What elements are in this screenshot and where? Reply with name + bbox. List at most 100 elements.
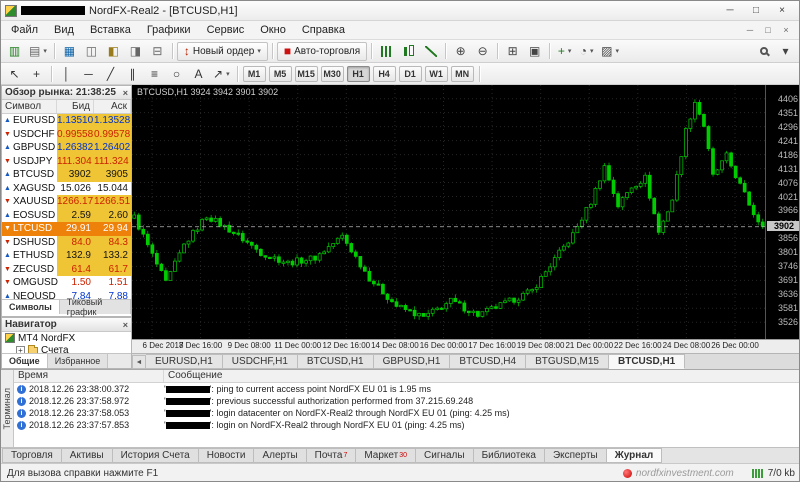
new-order-button[interactable]: ↕ Новый ордер ▾ bbox=[176, 41, 268, 61]
profiles-icon[interactable]: ▤ ▾ bbox=[26, 42, 50, 61]
terminal-tab[interactable]: История Счета bbox=[112, 448, 199, 463]
minimize-button[interactable]: ─ bbox=[717, 3, 743, 19]
crosshair-icon[interactable]: + bbox=[26, 64, 47, 83]
market-watch-row[interactable]: ▼ DSHUSD 84.0 84.3 bbox=[2, 235, 131, 249]
market-watch-row[interactable]: ▼ USDJPY 111.304 111.324 bbox=[2, 154, 131, 168]
menu-item[interactable]: Файл bbox=[3, 22, 46, 38]
menu-item[interactable]: Справка bbox=[294, 22, 353, 38]
price-scale[interactable]: 4406435142964241418641314076402139663911… bbox=[765, 85, 799, 339]
menu-item[interactable]: Сервис bbox=[199, 22, 253, 38]
market-watch-row[interactable]: ▲ EURUSD 1.13510 1.13528 bbox=[2, 114, 131, 128]
child-minimize-button[interactable]: ─ bbox=[741, 24, 759, 37]
timeframe-button-m5[interactable]: M5 bbox=[268, 65, 292, 82]
strategy-tester-icon[interactable]: ⊟ bbox=[147, 42, 168, 61]
column-time[interactable]: Время bbox=[14, 370, 164, 382]
trendline-icon[interactable]: ╱ bbox=[100, 64, 121, 83]
market-watch-row[interactable]: ▼ USDCHF 0.99558 0.99578 bbox=[2, 127, 131, 141]
market-watch-row[interactable]: ▲ EOSUSD 2.59 2.60 bbox=[2, 208, 131, 222]
maximize-button[interactable]: □ bbox=[743, 3, 769, 19]
timeframe-button-d1[interactable]: D1 bbox=[398, 65, 422, 82]
channel-icon[interactable]: ∥ bbox=[122, 64, 143, 83]
timeframe-button-w1[interactable]: W1 bbox=[424, 65, 448, 82]
toolbar-overflow-icon[interactable]: ▾ bbox=[775, 42, 796, 61]
terminal-tab[interactable]: Маркет 30 bbox=[356, 448, 417, 463]
tab-favorites[interactable]: Избранное bbox=[47, 354, 109, 368]
close-button[interactable]: × bbox=[769, 3, 795, 19]
market-watch-row[interactable]: ▼ XAUUSD 1266.17 1266.51 bbox=[2, 195, 131, 209]
terminal-tab[interactable]: Торговля bbox=[2, 448, 62, 463]
line-chart-icon[interactable] bbox=[420, 42, 441, 61]
terminal-tab[interactable]: Активы bbox=[61, 448, 113, 463]
timeframe-button-h4[interactable]: H4 bbox=[372, 65, 396, 82]
cursor-icon[interactable]: ↖ bbox=[4, 64, 25, 83]
data-window-icon[interactable]: ◫ bbox=[81, 42, 102, 61]
market-watch-row[interactable]: ▲ ETHUSD 132.9 133.2 bbox=[2, 249, 131, 263]
terminal-tab[interactable]: Эксперты bbox=[544, 448, 607, 463]
market-watch-row[interactable]: ▼ OMGUSD 1.50 1.51 bbox=[2, 276, 131, 290]
chart-tab[interactable]: BTCUSD,H1 bbox=[297, 354, 374, 369]
fibonacci-icon[interactable]: ≡ bbox=[144, 64, 165, 83]
market-watch-row[interactable]: ▲ BTCUSD 3902 3905 bbox=[2, 168, 131, 182]
terminal-tab[interactable]: Алерты bbox=[254, 448, 307, 463]
terminal-icon[interactable]: ◨ bbox=[125, 42, 146, 61]
chart-tab[interactable]: BTCUSD,H1 bbox=[609, 354, 686, 369]
tab-tick-chart[interactable]: Тиковый график bbox=[59, 297, 131, 317]
tab-scroll-left-icon[interactable]: ◄ bbox=[132, 355, 146, 369]
templates-icon[interactable]: ▨ ▾ bbox=[598, 42, 622, 61]
navigator-icon[interactable]: ◧ bbox=[103, 42, 124, 61]
bar-chart-icon[interactable] bbox=[376, 42, 397, 61]
close-icon[interactable]: × bbox=[123, 88, 128, 98]
terminal-tab[interactable]: Журнал bbox=[606, 448, 663, 463]
menu-item[interactable]: Вставка bbox=[82, 22, 139, 38]
text-label-icon[interactable]: A bbox=[188, 64, 209, 83]
tab-symbols[interactable]: Символы bbox=[2, 300, 60, 314]
market-watch-row[interactable]: ▲ GBPUSD 1.26382 1.26402 bbox=[2, 141, 131, 155]
menu-item[interactable]: Вид bbox=[46, 22, 82, 38]
market-watch-row[interactable]: ▼ ZECUSD 61.4 61.7 bbox=[2, 262, 131, 276]
market-watch-icon[interactable]: ▦ bbox=[59, 42, 80, 61]
indicators-icon[interactable]: + ▾ bbox=[554, 42, 575, 61]
vertical-line-icon[interactable]: │ bbox=[56, 64, 77, 83]
zoom-in-icon[interactable]: ⊕ bbox=[450, 42, 471, 61]
candlestick-chart[interactable] bbox=[132, 85, 765, 339]
column-bid[interactable]: Бид bbox=[57, 100, 94, 113]
terminal-tab[interactable]: Почта 7 bbox=[306, 448, 357, 463]
menu-item[interactable]: Окно bbox=[252, 22, 294, 38]
chart-tab[interactable]: GBPUSD,H1 bbox=[373, 354, 451, 369]
time-axis[interactable]: 6 Dec 2018 7 Dec 16:00 9 Dec 08:00 11 Dec 0… bbox=[132, 339, 765, 353]
timeframe-button-m30[interactable]: M30 bbox=[320, 65, 344, 82]
search-icon[interactable] bbox=[753, 42, 774, 61]
column-symbol[interactable]: Символ bbox=[2, 100, 57, 113]
auto-trading-button[interactable]: ■ Авто-торговля bbox=[276, 41, 368, 61]
market-watch-row[interactable]: ▲ XAGUSD 15.026 15.044 bbox=[2, 182, 131, 196]
periods-icon[interactable]: ◔ ▾ bbox=[576, 42, 597, 61]
chart-tab[interactable]: BTCUSD,H4 bbox=[450, 354, 527, 369]
chart-tab[interactable]: BTGUSD,M15 bbox=[526, 354, 609, 369]
horizontal-line-icon[interactable]: ─ bbox=[78, 64, 99, 83]
candlestick-chart-icon[interactable] bbox=[398, 42, 419, 61]
timeframe-button-m15[interactable]: M15 bbox=[294, 65, 318, 82]
shapes-icon[interactable]: ○ bbox=[166, 64, 187, 83]
new-chart-icon[interactable]: ▥ bbox=[4, 42, 25, 61]
timeframe-button-m1[interactable]: M1 bbox=[242, 65, 266, 82]
cascade-windows-icon[interactable]: ▣ bbox=[524, 42, 545, 61]
arrow-objects-icon[interactable]: ↗ ▾ bbox=[210, 64, 233, 83]
terminal-tab[interactable]: Новости bbox=[198, 448, 255, 463]
column-message[interactable]: Сообщение bbox=[164, 370, 799, 382]
tab-common[interactable]: Общие bbox=[2, 354, 48, 368]
zoom-out-icon[interactable]: ⊖ bbox=[472, 42, 493, 61]
timeframe-button-h1[interactable]: H1 bbox=[346, 65, 370, 82]
chart-area[interactable]: BTCUSD,H1 3924 3942 3901 3902 4406 4351 42… bbox=[132, 85, 799, 353]
close-icon[interactable]: × bbox=[123, 320, 128, 330]
column-ask[interactable]: Аск bbox=[94, 100, 131, 113]
navigator-root-item[interactable]: MT4 NordFX bbox=[2, 332, 131, 344]
child-close-button[interactable]: × bbox=[777, 24, 795, 37]
menu-item[interactable]: Графики bbox=[139, 22, 199, 38]
terminal-tab[interactable]: Библиотека bbox=[473, 448, 545, 463]
market-watch-row[interactable]: ▼ LTCUSD 29.91 29.94 bbox=[2, 222, 131, 236]
terminal-vertical-tab[interactable]: Терминал bbox=[1, 370, 14, 448]
timeframe-button-mn[interactable]: MN bbox=[450, 65, 474, 82]
chart-tab[interactable]: EURUSD,H1 bbox=[146, 354, 223, 369]
terminal-tab[interactable]: Сигналы bbox=[416, 448, 474, 463]
child-restore-button[interactable]: □ bbox=[759, 24, 777, 37]
